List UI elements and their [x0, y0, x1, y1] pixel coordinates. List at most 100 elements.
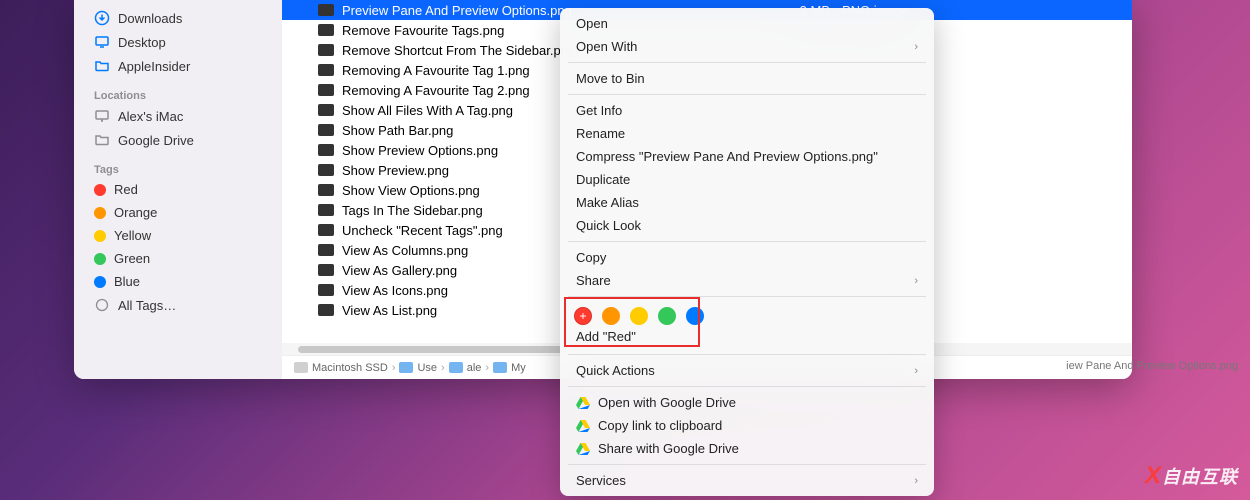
download-icon: [94, 10, 110, 26]
file-thumbnail-icon: [318, 124, 334, 136]
preview-filename: iew Pane And Preview Options.png: [1066, 360, 1238, 372]
sidebar-item-all-tags[interactable]: All Tags…: [74, 293, 282, 317]
path-segment[interactable]: Use: [399, 362, 437, 374]
file-thumbnail-icon: [318, 24, 334, 36]
sidebar-tag-green[interactable]: Green: [74, 247, 282, 270]
sidebar-tag-red[interactable]: Red: [74, 178, 282, 201]
sidebar-item-label: Blue: [114, 274, 140, 289]
file-thumbnail-icon: [318, 4, 334, 16]
file-thumbnail-icon: [318, 204, 334, 216]
file-name: Removing A Favourite Tag 2.png: [342, 83, 530, 98]
menu-move-to-bin[interactable]: Move to Bin: [560, 67, 934, 90]
tag-dot-icon: [94, 207, 106, 219]
sidebar-item-label: Yellow: [114, 228, 151, 243]
chevron-right-icon: ›: [392, 362, 396, 374]
tag-color-green[interactable]: [658, 307, 676, 325]
sidebar-item-gdrive[interactable]: Google Drive: [74, 128, 282, 152]
file-thumbnail-icon: [318, 104, 334, 116]
file-thumbnail-icon: [318, 304, 334, 316]
menu-rename[interactable]: Rename: [560, 122, 934, 145]
menu-share[interactable]: Share›: [560, 269, 934, 292]
menu-services[interactable]: Services›: [560, 469, 934, 492]
file-name: Remove Favourite Tags.png: [342, 23, 504, 38]
scrollbar-thumb[interactable]: [298, 346, 568, 353]
tag-color-red[interactable]: +: [574, 307, 592, 325]
tag-color-orange[interactable]: [602, 307, 620, 325]
menu-compress[interactable]: Compress "Preview Pane And Preview Optio…: [560, 145, 934, 168]
sidebar-item-desktop[interactable]: Desktop: [74, 30, 282, 54]
menu-copy-link[interactable]: Copy link to clipboard: [560, 414, 934, 437]
file-thumbnail-icon: [318, 264, 334, 276]
menu-separator: [568, 62, 926, 63]
desktop-icon: [94, 34, 110, 50]
sidebar-item-label: AppleInsider: [118, 59, 190, 74]
sidebar-tag-yellow[interactable]: Yellow: [74, 224, 282, 247]
sidebar-item-imac[interactable]: Alex's iMac: [74, 104, 282, 128]
file-name: Uncheck "Recent Tags".png: [342, 223, 503, 238]
file-thumbnail-icon: [318, 224, 334, 236]
folder-icon: [94, 58, 110, 74]
file-name: Show View Options.png: [342, 183, 480, 198]
menu-open[interactable]: Open: [560, 12, 934, 35]
file-thumbnail-icon: [318, 84, 334, 96]
watermark: X自由互联: [1145, 462, 1238, 490]
file-name: Removing A Favourite Tag 1.png: [342, 63, 530, 78]
path-segment[interactable]: Macintosh SSD: [294, 362, 388, 374]
tag-dot-icon: [94, 184, 106, 196]
chevron-right-icon: ›: [485, 362, 489, 374]
sidebar-locations-header: Locations: [74, 86, 282, 104]
menu-open-with[interactable]: Open With›: [560, 35, 934, 58]
sidebar-tag-orange[interactable]: Orange: [74, 201, 282, 224]
file-thumbnail-icon: [318, 244, 334, 256]
file-name: Show Path Bar.png: [342, 123, 453, 138]
tag-color-row: +: [560, 301, 934, 327]
file-name: View As Columns.png: [342, 243, 468, 258]
plus-icon: +: [579, 310, 586, 322]
menu-separator: [568, 464, 926, 465]
sidebar-tag-blue[interactable]: Blue: [74, 270, 282, 293]
menu-separator: [568, 386, 926, 387]
tag-color-blue[interactable]: [686, 307, 704, 325]
file-name: Tags In The Sidebar.png: [342, 203, 483, 218]
sidebar: Downloads Desktop AppleInsider Locations…: [74, 0, 282, 379]
path-segment[interactable]: My: [493, 362, 526, 374]
file-name: Preview Pane And Preview Options.png: [342, 3, 572, 18]
sidebar-item-downloads[interactable]: Downloads: [74, 6, 282, 30]
menu-share-gdrive[interactable]: Share with Google Drive: [560, 437, 934, 460]
file-thumbnail-icon: [318, 184, 334, 196]
folder-icon: [449, 362, 463, 373]
menu-open-gdrive[interactable]: Open with Google Drive: [560, 391, 934, 414]
context-menu: Open Open With› Move to Bin Get Info Ren…: [560, 8, 934, 496]
add-tag-label: Add "Red": [560, 327, 934, 350]
sidebar-item-label: Google Drive: [118, 133, 194, 148]
menu-make-alias[interactable]: Make Alias: [560, 191, 934, 214]
file-thumbnail-icon: [318, 64, 334, 76]
tag-color-yellow[interactable]: [630, 307, 648, 325]
menu-quick-look[interactable]: Quick Look: [560, 214, 934, 237]
menu-separator: [568, 94, 926, 95]
menu-duplicate[interactable]: Duplicate: [560, 168, 934, 191]
sidebar-item-label: Red: [114, 182, 138, 197]
sidebar-item-appleinsider[interactable]: AppleInsider: [74, 54, 282, 78]
tag-dot-icon: [94, 276, 106, 288]
google-drive-icon: [576, 420, 590, 432]
folder-icon: [399, 362, 413, 373]
sidebar-item-label: Orange: [114, 205, 157, 220]
file-thumbnail-icon: [318, 284, 334, 296]
file-name: View As List.png: [342, 303, 437, 318]
disk-icon: [294, 362, 308, 373]
file-thumbnail-icon: [318, 44, 334, 56]
file-name: Show Preview Options.png: [342, 143, 498, 158]
menu-separator: [568, 296, 926, 297]
folder-icon: [493, 362, 507, 373]
chevron-right-icon: ›: [441, 362, 445, 374]
menu-separator: [568, 241, 926, 242]
file-thumbnail-icon: [318, 144, 334, 156]
file-name: Remove Shortcut From The Sidebar.png: [342, 43, 575, 58]
menu-get-info[interactable]: Get Info: [560, 99, 934, 122]
menu-copy[interactable]: Copy: [560, 246, 934, 269]
menu-quick-actions[interactable]: Quick Actions›: [560, 359, 934, 382]
chevron-right-icon: ›: [914, 475, 918, 487]
path-segment[interactable]: ale: [449, 362, 482, 374]
file-name: View As Gallery.png: [342, 263, 457, 278]
